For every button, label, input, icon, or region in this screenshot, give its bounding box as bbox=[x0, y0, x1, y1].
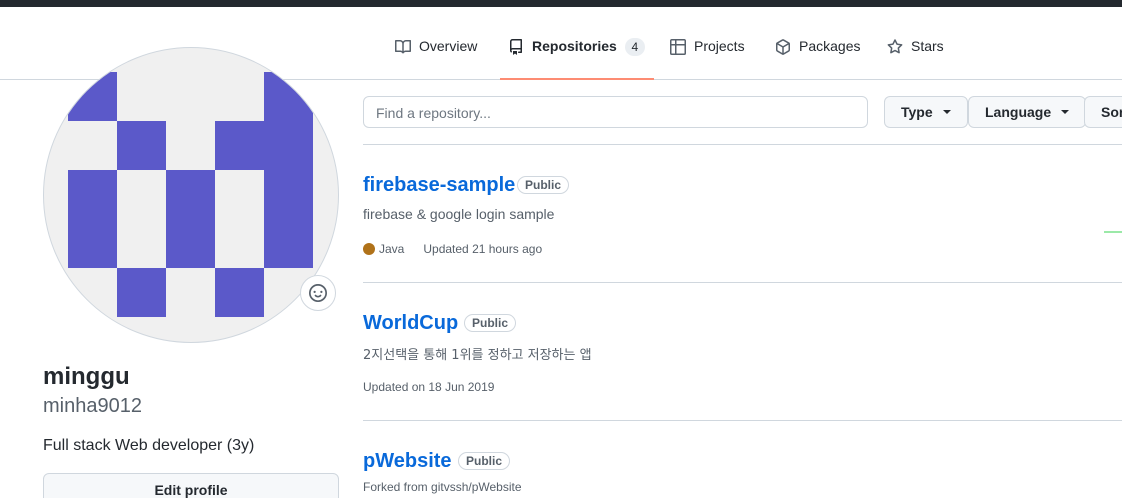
identicon-cell bbox=[215, 121, 264, 170]
activity-sparkline bbox=[1104, 231, 1122, 233]
table-icon bbox=[670, 39, 686, 55]
avatar[interactable] bbox=[43, 47, 339, 343]
repo-search-input[interactable]: Find a repository... bbox=[363, 96, 868, 128]
edit-profile-button[interactable]: Edit profile bbox=[43, 473, 339, 498]
list-divider bbox=[363, 144, 1122, 145]
tab-repositories[interactable]: Repositories 4 bbox=[500, 38, 654, 80]
identicon-cell bbox=[215, 268, 264, 317]
package-icon bbox=[776, 39, 790, 55]
language-filter-button[interactable]: Language bbox=[968, 96, 1087, 128]
repo-name-link[interactable]: pWebsite bbox=[363, 450, 452, 473]
caret-down-icon bbox=[942, 110, 951, 114]
tab-stars[interactable]: Stars bbox=[879, 38, 952, 80]
repo-name-link[interactable]: firebase-sample bbox=[363, 174, 515, 197]
identicon-cell bbox=[166, 170, 215, 219]
tab-packages-label: Packages bbox=[799, 38, 861, 54]
tab-overview[interactable]: Overview bbox=[387, 38, 485, 80]
tab-projects[interactable]: Projects bbox=[662, 38, 753, 80]
top-header-bar bbox=[0, 0, 1122, 7]
identicon-cell bbox=[68, 72, 117, 121]
repo-updated: Updated on 18 Jun 2019 bbox=[363, 380, 495, 394]
language-color-dot bbox=[363, 243, 375, 255]
identicon-cell bbox=[117, 268, 166, 317]
identicon-cell bbox=[264, 219, 313, 268]
identicon-cell bbox=[264, 121, 313, 170]
identicon-cell bbox=[68, 219, 117, 268]
sort-filter-button[interactable]: Sort bbox=[1084, 96, 1122, 128]
identicon-cell bbox=[264, 72, 313, 121]
identicon-cell bbox=[264, 170, 313, 219]
language-filter-label: Language bbox=[985, 104, 1052, 120]
identicon-image bbox=[68, 72, 313, 317]
sort-filter-label: Sort bbox=[1101, 104, 1122, 120]
type-filter-label: Type bbox=[901, 104, 933, 120]
profile-username: minha9012 bbox=[43, 395, 142, 417]
forked-from-text: Forked from gitvssh/pWebsite bbox=[363, 480, 522, 494]
visibility-badge: Public bbox=[464, 314, 517, 332]
profile-bio: Full stack Web developer (3y) bbox=[43, 437, 255, 454]
smiley-icon bbox=[309, 284, 327, 302]
tab-overview-label: Overview bbox=[419, 38, 478, 54]
list-divider bbox=[363, 282, 1122, 283]
repo-description: firebase & google login sample bbox=[363, 206, 555, 222]
star-icon bbox=[887, 39, 903, 54]
tab-projects-label: Projects bbox=[694, 38, 745, 54]
repo-updated: Updated 21 hours ago bbox=[423, 242, 543, 256]
repo-meta: Updated on 18 Jun 2019 bbox=[363, 380, 494, 394]
repo-meta: Java Updated 21 hours ago bbox=[363, 242, 542, 256]
repo-icon bbox=[510, 39, 522, 55]
visibility-badge: Public bbox=[517, 176, 570, 194]
type-filter-button[interactable]: Type bbox=[884, 96, 968, 128]
tab-packages[interactable]: Packages bbox=[767, 38, 868, 80]
set-status-button[interactable] bbox=[300, 275, 336, 311]
identicon-cell bbox=[166, 219, 215, 268]
repositories-count-badge: 4 bbox=[624, 38, 645, 56]
repo-name-link[interactable]: WorldCup bbox=[363, 312, 458, 335]
list-divider bbox=[363, 420, 1122, 421]
tab-repositories-label: Repositories bbox=[532, 38, 617, 54]
repo-description: 2지선택을 통해 1위를 정하고 저장하는 앱 bbox=[363, 348, 592, 363]
visibility-badge: Public bbox=[458, 452, 511, 470]
profile-fullname: minggu bbox=[43, 363, 130, 390]
identicon-cell bbox=[68, 170, 117, 219]
identicon-cell bbox=[117, 121, 166, 170]
book-icon bbox=[395, 39, 411, 54]
tab-stars-label: Stars bbox=[911, 38, 944, 54]
caret-down-icon bbox=[1061, 110, 1070, 114]
repo-language: Java bbox=[379, 242, 405, 256]
